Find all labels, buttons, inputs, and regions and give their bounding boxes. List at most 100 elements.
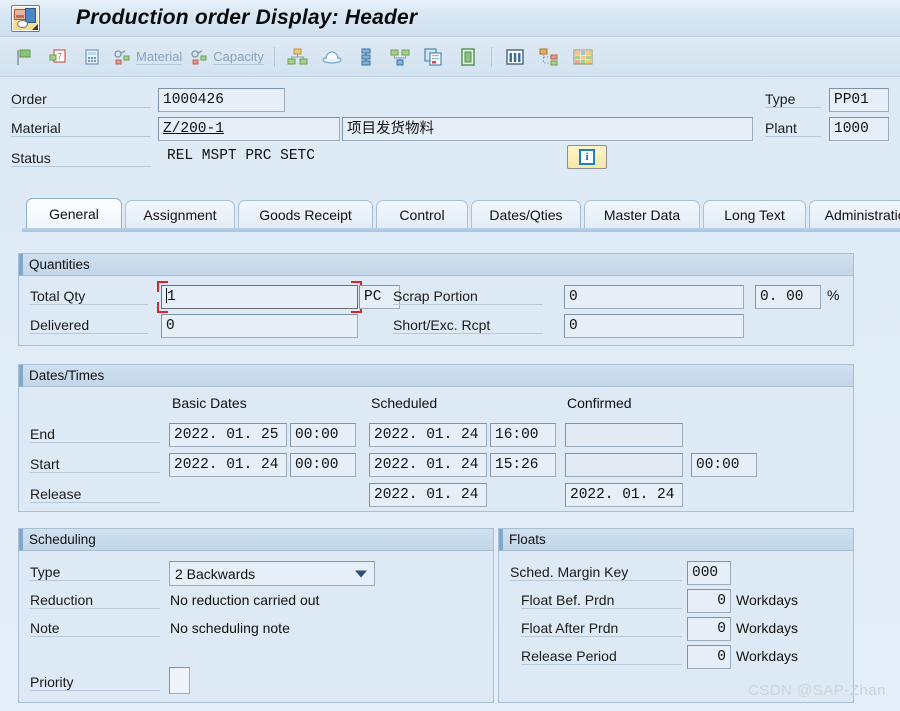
scheduling-type-label: Type [30, 564, 160, 581]
start-confirmed-time-field[interactable]: 00:00 [691, 453, 757, 477]
delivered-label: Delivered [30, 317, 148, 334]
end-basic-date-field[interactable]: 2022. 01. 25 [169, 423, 287, 447]
scheduled-column-header: Scheduled [371, 395, 438, 411]
sequence-icon[interactable] [350, 42, 382, 72]
quantities-group-title: Quantities [19, 254, 853, 276]
start-basic-time-field[interactable]: 00:00 [290, 453, 356, 477]
tab-dates-qties-label: Dates/Qties [489, 206, 563, 223]
scrap-percent-unit: % [827, 287, 840, 303]
delivered-field[interactable]: 0 [161, 314, 358, 338]
floats-group-title: Floats [499, 529, 853, 551]
order-label: Order [11, 91, 151, 108]
columns-icon[interactable] [499, 42, 531, 72]
total-qty-label: Total Qty [30, 288, 148, 305]
order-field[interactable]: 1000426 [158, 88, 285, 112]
grid-icon[interactable] [567, 42, 599, 72]
short-exc-rcpt-field[interactable]: 0 [564, 314, 744, 338]
tab-control[interactable]: Control [376, 200, 468, 228]
release-confirmed-date-field[interactable]: 2022. 01. 24 [565, 483, 683, 507]
tab-master-data-label: Master Data [603, 206, 681, 223]
note-label: Note [30, 620, 160, 637]
sched-margin-key-field[interactable]: 000 [687, 561, 731, 585]
type-label: Type [765, 91, 821, 108]
structure-list-icon[interactable] [533, 42, 565, 72]
float-bef-prdn-field[interactable]: 0 [687, 589, 731, 613]
material-button[interactable]: Material [110, 42, 185, 72]
status-info-button[interactable]: i [567, 145, 607, 169]
end-scheduled-date-field[interactable]: 2022. 01. 24 [369, 423, 487, 447]
network-icon[interactable] [282, 42, 314, 72]
note-value: No scheduling note [170, 620, 290, 636]
material-button-label: Material [136, 48, 183, 65]
priority-field[interactable] [169, 667, 190, 694]
plant-field[interactable]: 1000 [829, 117, 889, 141]
start-confirmed-date-field[interactable] [565, 453, 683, 477]
capacity-button-label: Capacity [213, 48, 264, 65]
end-confirmed-date-field[interactable] [565, 423, 683, 447]
float-after-prdn-field[interactable]: 0 [687, 617, 731, 641]
start-basic-date-field[interactable]: 2022. 01. 24 [169, 453, 287, 477]
flag-icon[interactable] [8, 42, 40, 72]
tab-assignment-label: Assignment [143, 206, 217, 223]
material-label: Material [11, 120, 151, 137]
capacity-button[interactable]: Capacity [187, 42, 267, 72]
window-title: Production order Display: Header [76, 6, 418, 29]
tab-dates-qties[interactable]: Dates/Qties [471, 200, 581, 228]
float-after-prdn-unit: Workdays [736, 620, 798, 636]
type-field[interactable]: PP01 [829, 88, 889, 112]
scheduling-type-value: 2 Backwards [175, 565, 256, 582]
scrap-percent-field[interactable]: 0. 00 [755, 285, 821, 309]
release-period-label: Release Period [521, 648, 682, 665]
scheduling-type-select[interactable]: 2 Backwards [169, 561, 375, 586]
copy-document-icon[interactable] [418, 42, 450, 72]
chevron-down-icon [355, 570, 367, 577]
tab-assignment[interactable]: Assignment [125, 200, 235, 228]
start-scheduled-date-field[interactable]: 2022. 01. 24 [369, 453, 487, 477]
reduction-label: Reduction [30, 592, 160, 609]
end-scheduled-time-field[interactable]: 16:00 [490, 423, 556, 447]
sched-margin-key-label: Sched. Margin Key [510, 564, 682, 581]
end-row-label: End [30, 426, 160, 443]
release-period-field[interactable]: 0 [687, 645, 731, 669]
clipboard-icon[interactable] [452, 42, 484, 72]
start-row-label: Start [30, 456, 160, 473]
short-exc-rcpt-label: Short/Exc. Rcpt [393, 317, 543, 334]
status-values: REL MSPT PRC SETC [167, 148, 315, 164]
tab-strip: General Assignment Goods Receipt Control… [22, 198, 900, 228]
dates-times-group: Dates/Times Basic Dates Scheduled Confir… [18, 364, 854, 512]
sap-gui-window: Production order Display: Header 7 Mater… [0, 0, 900, 711]
tab-long-text-label: Long Text [724, 206, 785, 223]
dates-times-group-title: Dates/Times [19, 365, 853, 387]
hat-icon[interactable] [316, 42, 348, 72]
tab-goods-receipt[interactable]: Goods Receipt [238, 200, 373, 228]
tab-master-data[interactable]: Master Data [584, 200, 700, 228]
scrap-portion-field[interactable]: 0 [564, 285, 744, 309]
watermark: CSDN @SAP-Zhan [747, 682, 886, 699]
application-toolbar: 7 Material Capacity [0, 37, 900, 77]
order-header-area: Order 1000426 Material Z/200-1 项目发货物料 St… [0, 78, 900, 178]
release-scheduled-date-field[interactable]: 2022. 01. 24 [369, 483, 487, 507]
calculator-icon[interactable] [76, 42, 108, 72]
svg-text:7: 7 [57, 51, 62, 61]
status-label: Status [11, 150, 151, 167]
tab-general-label: General [49, 205, 99, 222]
tab-general[interactable]: General [26, 198, 122, 228]
calendar-document-icon[interactable]: 7 [42, 42, 74, 72]
material-description-field[interactable]: 项目发货物料 [342, 117, 753, 141]
tab-strip-underline [22, 228, 900, 232]
total-qty-field[interactable]: 1 [161, 285, 358, 309]
tab-administration[interactable]: Administration [809, 200, 900, 228]
basic-dates-column-header: Basic Dates [172, 395, 247, 411]
tab-long-text[interactable]: Long Text [703, 200, 806, 228]
info-icon: i [579, 149, 595, 165]
float-after-prdn-label: Float After Prdn [521, 620, 682, 637]
quantities-group: Quantities Total Qty 1 PC Delivered 0 Sc… [18, 253, 854, 346]
end-basic-time-field[interactable]: 00:00 [290, 423, 356, 447]
start-scheduled-time-field[interactable]: 15:26 [490, 453, 556, 477]
material-field[interactable]: Z/200-1 [158, 117, 340, 141]
title-bar: Production order Display: Header [0, 0, 900, 37]
reduction-value: No reduction carried out [170, 592, 320, 608]
scrap-portion-label: Scrap Portion [393, 288, 543, 305]
hierarchy-icon[interactable] [384, 42, 416, 72]
tab-administration-label: Administration [824, 206, 900, 223]
